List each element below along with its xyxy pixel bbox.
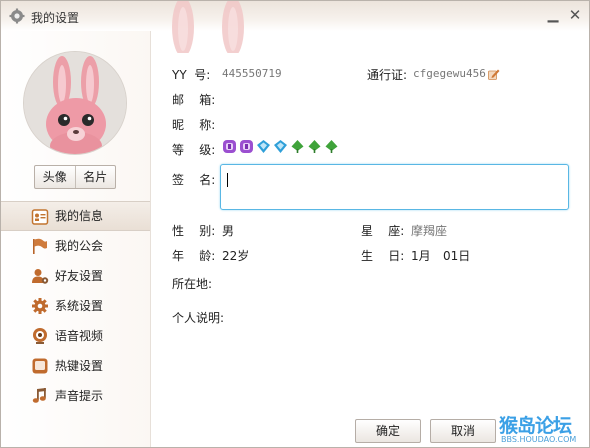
signature-input[interactable] [220,164,569,210]
cancel-button[interactable]: 取消 [430,419,496,443]
sidebar-item-friend-settings[interactable]: 好友设置 [1,261,150,291]
avatar-button[interactable]: 头像 [35,166,75,188]
sidebar-item-label: 语音视频 [55,329,104,343]
friend-settings-icon [32,269,49,284]
passport-label: 通行证: [367,68,408,82]
webcam-icon [33,328,47,344]
ok-button[interactable]: 确定 [355,419,421,443]
green-leaf-badge-icon [308,140,321,153]
sidebar-item-hotkey-settings[interactable]: 热键设置 [1,351,150,381]
hotkey-icon [32,358,48,374]
settings-gear-icon [9,8,25,24]
bunny-avatar-image [24,52,126,154]
music-note-icon [32,388,46,403]
avatar-button-group: 头像 名片 [34,165,116,189]
title-bar[interactable]: 我的设置 ▁ ✕ [1,1,589,53]
sidebar-item-label: 好友设置 [55,269,104,283]
green-leaf-badge-icon [325,140,338,153]
location-label: 所在地: [172,277,213,291]
signature-label: 签 名: [172,173,216,187]
close-button[interactable]: ✕ [567,7,583,23]
business-card-button[interactable]: 名片 [74,166,116,188]
avatar[interactable] [23,51,127,155]
sidebar: 头像 名片 我的信息 我的公会 好友设置 系统设置 语音视频 热键设置 声音提示 [1,31,151,447]
blue-diamond-badge-icon [257,140,270,153]
edit-pencil-icon[interactable] [488,68,500,80]
gear-icon [32,298,48,314]
zodiac-label: 星 座: [361,224,405,238]
forum-watermark: 猴岛论坛 BBS.HOUDAO.COM [499,411,587,445]
birthday-month: 1月 [411,249,431,263]
sidebar-item-my-info[interactable]: 我的信息 [1,201,150,231]
flag-icon [33,238,47,254]
age-value: 22岁 [222,249,250,263]
sidebar-item-label: 热键设置 [55,359,104,373]
gender-label: 性 别: [172,224,216,238]
sidebar-item-sound-alerts[interactable]: 声音提示 [1,381,150,411]
sidebar-item-label: 我的信息 [55,209,104,223]
window-title: 我的设置 [31,11,80,25]
minimize-button[interactable]: ▁ [545,7,561,23]
profile-card-icon [31,209,49,225]
nickname-label: 昵 称: [172,118,216,132]
birthday-label: 生 日: [361,249,405,263]
purple-crown-badge-icon [240,140,253,153]
sidebar-item-label: 系统设置 [55,299,104,313]
sidebar-item-label: 我的公会 [55,239,104,253]
age-label: 年 龄: [172,249,216,263]
level-label: 等 级: [172,143,216,157]
sidebar-item-system-settings[interactable]: 系统设置 [1,291,150,321]
zodiac-value: 摩羯座 [411,224,448,238]
birthday-day: 01日 [443,249,471,263]
gender-value: 男 [222,224,235,238]
watermark-sub-text: BBS.HOUDAO.COM [501,435,577,444]
watermark-main-text: 猴岛论坛 [499,415,572,437]
yy-number-label: YY 号: [172,68,211,82]
email-label: 邮 箱: [172,93,216,107]
sidebar-item-voice-video[interactable]: 语音视频 [1,321,150,351]
settings-window: 我的设置 ▁ ✕ 头像 名片 我的信息 我的公会 好友设置 系统设置 语音视频 … [0,0,590,448]
text-caret [227,173,228,187]
blue-diamond-badge-icon [274,140,287,153]
profile-panel: YY 号: 445550719 通行证: cfgegewu456 邮 箱: 昵 … [151,31,589,447]
purple-crown-badge-icon [223,140,236,153]
yy-number-value: 445550719 [222,67,282,80]
settings-nav: 我的信息 我的公会 好友设置 系统设置 语音视频 热键设置 声音提示 [1,201,150,411]
sidebar-item-my-guild[interactable]: 我的公会 [1,231,150,261]
sidebar-item-label: 声音提示 [55,389,104,403]
level-badges [222,139,339,155]
bio-label: 个人说明: [172,311,225,325]
passport-value: cfgegewu456 [413,67,486,80]
green-leaf-badge-icon [291,140,304,153]
